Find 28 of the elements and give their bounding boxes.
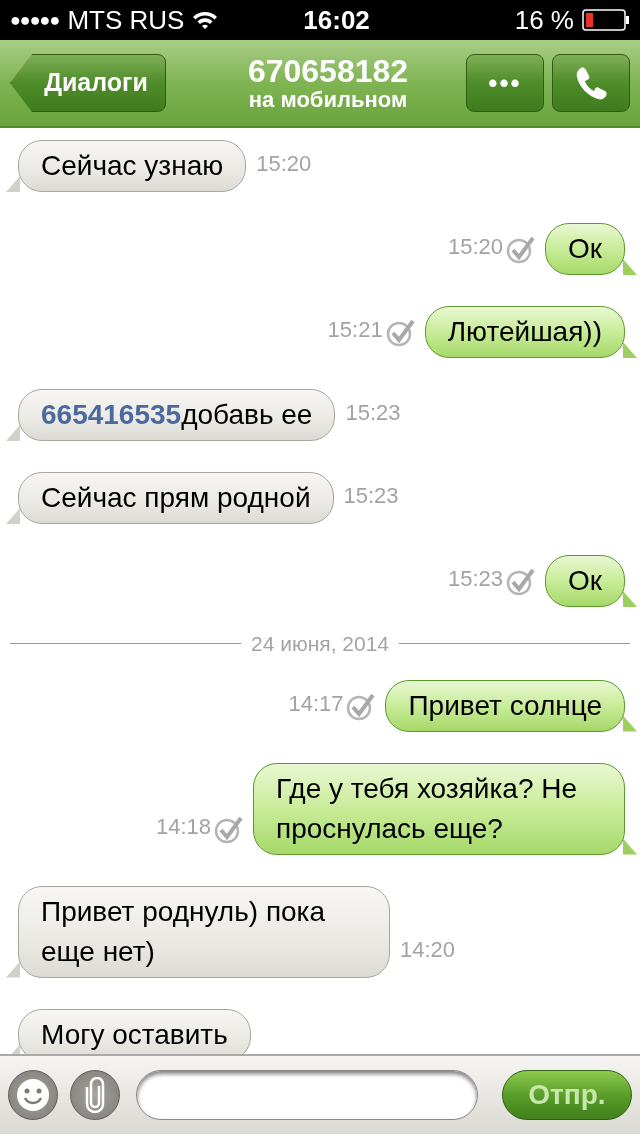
send-button[interactable]: Отпр. xyxy=(502,1070,632,1120)
message-time: 14:18 xyxy=(155,812,211,841)
message-time: 15:23 xyxy=(343,482,399,510)
smiley-icon xyxy=(15,1077,51,1113)
clock-time: 16:02 xyxy=(303,3,370,37)
message-time: 14:20 xyxy=(400,935,456,964)
contact-number: 670658182 xyxy=(247,54,409,89)
message-input[interactable] xyxy=(136,1070,478,1120)
message-time: 15:23 xyxy=(447,565,503,593)
phone-link[interactable]: 665416535 xyxy=(41,399,182,430)
message-time: 15:23 xyxy=(345,399,401,427)
wifi-icon xyxy=(192,10,219,30)
emoji-button[interactable] xyxy=(8,1070,58,1120)
attach-button[interactable] xyxy=(70,1070,120,1120)
message-time: 15:20 xyxy=(447,233,503,261)
signal-strength-icon: ●●●●● xyxy=(10,6,60,34)
carrier-name: MTS RUS xyxy=(67,3,185,37)
paperclip-icon xyxy=(84,1077,106,1113)
battery-percent: 16 % xyxy=(514,3,574,37)
message-time: 15:21 xyxy=(327,316,383,344)
contact-subtitle: на мобильном xyxy=(247,88,409,112)
back-button[interactable]: Диалоги xyxy=(10,54,166,112)
battery-icon xyxy=(582,9,630,31)
message-time: 14:17 xyxy=(288,689,344,718)
date-separator: 24 июня, 2014 xyxy=(251,631,389,657)
message-time: 15:20 xyxy=(256,150,312,178)
call-button[interactable] xyxy=(552,54,630,112)
more-button[interactable]: ••• xyxy=(466,54,544,112)
